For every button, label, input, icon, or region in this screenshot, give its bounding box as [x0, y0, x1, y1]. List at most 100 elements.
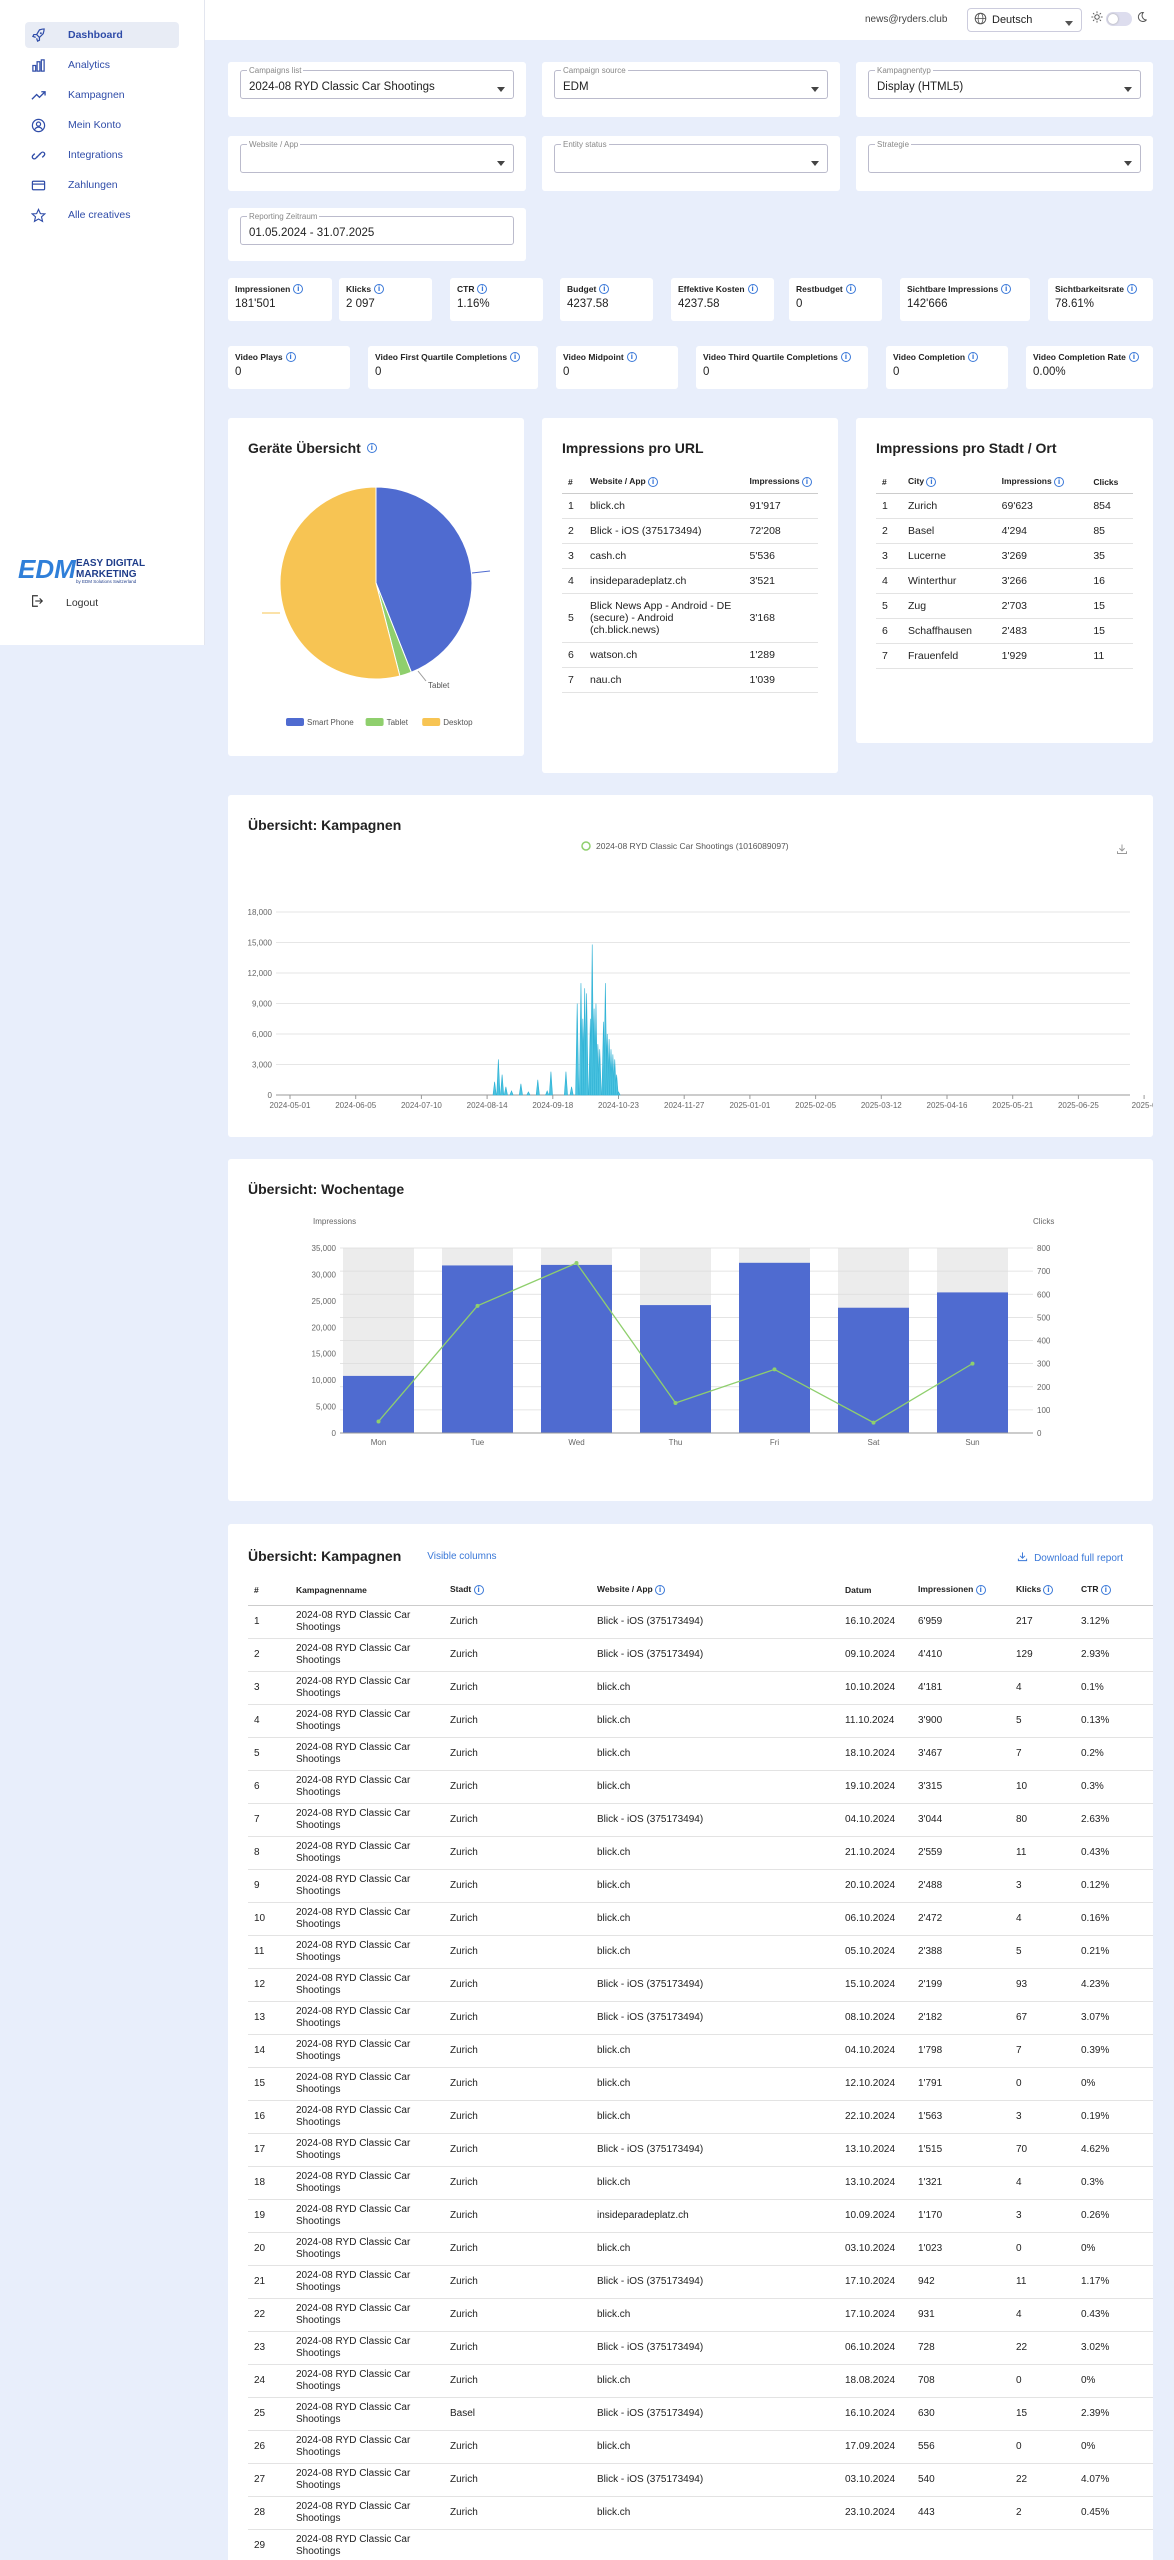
bar-impressions-thu[interactable] — [640, 1305, 711, 1433]
point-clicks-wed[interactable] — [574, 1261, 579, 1266]
area-spike — [509, 1090, 514, 1096]
cell-website: blick.ch — [591, 1737, 839, 1771]
download-report-button[interactable]: Download full report — [1017, 1551, 1123, 1565]
sidebar-item-dashboard[interactable]: Dashboard — [25, 22, 179, 48]
metric-value: 0 — [893, 366, 900, 378]
bar-impressions-fri[interactable] — [739, 1262, 810, 1433]
info-icon[interactable]: i — [626, 352, 637, 362]
bar-impressions-mon[interactable] — [343, 1375, 414, 1433]
point-clicks-fri[interactable] — [772, 1367, 777, 1372]
table-row: 3 Lucerne 3'269 35 — [876, 543, 1133, 569]
cell-impressions: 1'563 — [912, 2100, 1010, 2134]
theme-toggle[interactable] — [1106, 11, 1132, 26]
cell-city: Zurich — [444, 2100, 591, 2134]
info-icon[interactable]: i — [655, 1585, 666, 1595]
website-select[interactable]: Website / App — [228, 136, 526, 191]
logout-button[interactable]: Logout — [30, 594, 98, 611]
info-icon[interactable]: i — [1100, 1585, 1111, 1595]
info-icon[interactable]: i — [285, 352, 296, 362]
y-tick-label: 15,000 — [312, 1350, 337, 1359]
info-icon[interactable]: i — [1043, 1585, 1054, 1595]
cell-date — [839, 2529, 912, 2560]
bar-impressions-wed[interactable] — [541, 1264, 612, 1433]
info-icon[interactable]: i — [1126, 284, 1137, 294]
info-icon[interactable]: i — [510, 352, 521, 362]
campaign-table-title: Übersicht: Kampagnen — [248, 1548, 402, 1564]
x-tick-label: 2025-05-21 — [992, 1101, 1033, 1110]
info-icon[interactable]: i — [968, 352, 979, 362]
info-icon[interactable]: i — [473, 1585, 484, 1595]
cell-impressions: 2'483 — [995, 618, 1088, 644]
entity-status-select[interactable]: Entity status — [542, 136, 840, 191]
col-header-index: # — [876, 468, 902, 494]
metric-label: Klicks — [346, 284, 372, 294]
table-row: 2 2024-08 RYD Classic Car Shootings Zurich… — [248, 1638, 1153, 1672]
select-label: Campaigns list — [247, 66, 304, 75]
visible-columns-button[interactable]: Visible columns — [427, 1551, 496, 1562]
link-icon — [30, 147, 46, 163]
cell-website: Blick - iOS (375173494) — [591, 2001, 839, 2035]
x-tick-label: Fri — [770, 1438, 780, 1447]
chart-legend[interactable]: 2024-08 RYD Classic Car Shootings (10160… — [581, 841, 789, 851]
info-icon[interactable]: i — [1001, 284, 1012, 294]
cell-ctr: 3.12% — [1075, 1605, 1153, 1639]
info-icon[interactable]: i — [648, 477, 659, 487]
info-icon[interactable]: i — [802, 477, 812, 487]
reporting-period-input[interactable]: Reporting Zeitraum 01.05.2024 - 31.07.202… — [228, 208, 526, 261]
info-icon[interactable]: i — [975, 1585, 986, 1595]
moon-icon — [1135, 11, 1148, 26]
cell-clicks: 4 — [1010, 1671, 1075, 1705]
campaign-source-select[interactable]: Campaign source EDM — [542, 62, 840, 117]
table-row: 19 2024-08 RYD Classic Car Shootings Zuric… — [248, 2199, 1153, 2233]
header-label: Stadt — [450, 1584, 472, 1594]
cell-impressions: 3'900 — [912, 1704, 1010, 1738]
sidebar-item-kampagnen[interactable]: Kampagnen — [25, 82, 179, 108]
info-icon[interactable]: i — [366, 443, 377, 453]
cell-clicks: 0 — [1010, 2430, 1075, 2464]
sidebar-item-integrations[interactable]: Integrations — [25, 142, 179, 168]
strategy-select[interactable]: Strategie — [856, 136, 1153, 191]
cell-impressions: 630 — [912, 2397, 1010, 2431]
cell-impressions: 6'959 — [912, 1605, 1010, 1639]
cell-index: 16 — [248, 2100, 290, 2134]
info-icon[interactable]: i — [599, 284, 610, 294]
y-tick-label: 3,000 — [252, 1061, 273, 1070]
cell-index: 7 — [876, 643, 902, 669]
cell-index: 1 — [248, 1605, 290, 1639]
table-row: 28 2024-08 RYD Classic Car Shootings Zuric… — [248, 2496, 1153, 2530]
sidebar-item-alle-creatives[interactable]: Alle creatives — [25, 202, 179, 228]
info-icon[interactable]: i — [845, 284, 856, 294]
point-clicks-thu[interactable] — [673, 1400, 678, 1405]
info-icon[interactable]: i — [926, 477, 937, 487]
bar-impressions-sat[interactable] — [838, 1307, 909, 1433]
theme-switcher[interactable] — [1091, 11, 1148, 26]
info-icon[interactable]: i — [747, 284, 758, 294]
sidebar-item-mein-konto[interactable]: Mein Konto — [25, 112, 179, 138]
bar-impressions-tue[interactable] — [442, 1265, 513, 1433]
metric-card-viewability-rate: Sichtbarkeitsrate i 78.61% — [1048, 278, 1153, 321]
info-icon[interactable]: i — [374, 284, 385, 294]
cell-campaign-name: 2024-08 RYD Classic Car Shootings — [290, 2364, 444, 2398]
info-icon[interactable]: i — [840, 352, 851, 362]
campaign-type-select[interactable]: Kampagnentyp Display (HTML5) — [856, 62, 1153, 117]
impressions-per-url-panel: Impressions pro URL # Website / App i Im… — [542, 418, 838, 773]
campaign-list-select[interactable]: Campaigns list 2024-08 RYD Classic Car Sh… — [228, 62, 526, 117]
info-icon[interactable]: i — [477, 284, 488, 294]
point-clicks-sun[interactable] — [970, 1361, 975, 1366]
cell-index: 1 — [876, 493, 902, 519]
point-clicks-sat[interactable] — [871, 1420, 876, 1425]
point-clicks-mon[interactable] — [376, 1419, 381, 1424]
info-icon[interactable]: i — [293, 284, 304, 294]
sidebar-item-zahlungen[interactable]: Zahlungen — [25, 172, 179, 198]
cell-impressions: 443 — [912, 2496, 1010, 2530]
cell-campaign-name: 2024-08 RYD Classic Car Shootings — [290, 1770, 444, 1804]
cell-ctr: 0.43% — [1075, 1836, 1153, 1870]
point-clicks-tue[interactable] — [475, 1303, 480, 1308]
info-icon[interactable]: i — [1128, 352, 1139, 362]
metric-label: Video Completion Rate — [1033, 352, 1126, 362]
language-select[interactable]: Deutsch — [967, 8, 1082, 32]
sidebar-item-analytics[interactable]: Analytics — [25, 52, 179, 78]
cell-impressions: 2'388 — [912, 1935, 1010, 1969]
info-icon[interactable]: i — [1054, 477, 1065, 487]
cell-impressions: 2'559 — [912, 1836, 1010, 1870]
